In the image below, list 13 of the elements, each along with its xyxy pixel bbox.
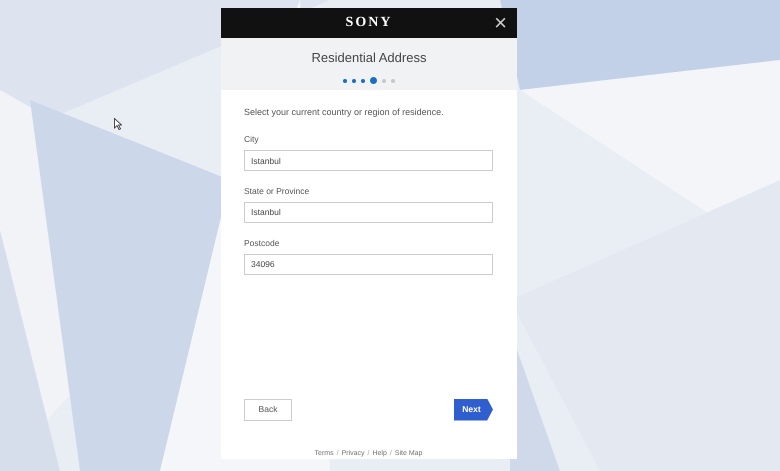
field-label: State or Province [244, 185, 310, 198]
text-field[interactable]: Istanbul [244, 202, 493, 223]
cursor-icon [114, 118, 122, 130]
back-button[interactable]: Back [244, 398, 292, 420]
close-button[interactable]: × [494, 11, 507, 35]
brand-logo: SONY [346, 14, 392, 32]
text-field[interactable]: 34096 [244, 254, 493, 274]
instruction-text: Select your current country or region of residence. [244, 106, 445, 119]
field-label: Postcode [244, 236, 280, 250]
field-label: City [244, 133, 260, 146]
text-field[interactable]: Istanbul [244, 150, 493, 171]
dialog-title: Residential Address [312, 48, 426, 67]
next-button[interactable]: Next [454, 398, 493, 420]
